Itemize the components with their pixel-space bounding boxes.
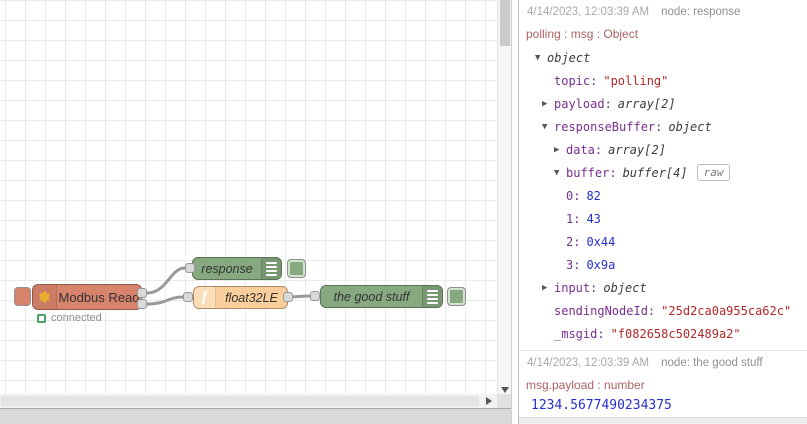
tree-row: ▶ data: array[2] <box>519 138 807 161</box>
tree-key: input: <box>554 280 598 295</box>
tree-key: sendingNodeId: <box>554 303 656 318</box>
caret-right-icon[interactable]: ▶ <box>542 283 554 293</box>
tree-key: responseBuffer: <box>554 119 663 134</box>
tree-key: payload: <box>554 96 612 111</box>
tree-row: 1: 43 <box>519 207 807 230</box>
tree-row: 0: 82 <box>519 184 807 207</box>
node-modbus-read[interactable]: ✽ Modbus Read <box>32 284 142 310</box>
timestamp: 4/14/2023, 12:03:39 AM <box>527 357 650 369</box>
debug-panel-footer-strip <box>519 417 807 424</box>
output-port[interactable] <box>137 299 147 309</box>
tree-row: ▼ responseBuffer: object <box>519 115 807 138</box>
tree-value: buffer[4] <box>622 165 688 180</box>
wire[interactable] <box>145 295 185 306</box>
tree-key: 1: <box>566 211 581 226</box>
wire[interactable] <box>145 266 187 295</box>
input-port[interactable] <box>185 263 195 273</box>
flow-canvas[interactable]: ✽ Modbus Read connected response f float… <box>0 0 497 394</box>
wire-layer <box>145 266 312 306</box>
node-debug-response[interactable]: response <box>192 257 282 280</box>
tree-row: _msgid: "f082658c502489a2" <box>519 322 807 345</box>
tree-row: ▼ buffer: buffer[4] raw <box>519 161 807 184</box>
output-port[interactable] <box>137 288 147 298</box>
debug-payload-number: 1234.5677490234375 <box>531 398 672 413</box>
status-connected-icon <box>37 313 46 323</box>
node-label: response <box>201 261 253 276</box>
tree-value: "polling" <box>603 73 669 88</box>
tree-value: "f082658c502489a2" <box>610 326 741 341</box>
tree-row: ▶ input: object <box>519 276 807 299</box>
tree-key: 3: <box>566 257 581 272</box>
node-label: Modbus Read <box>58 289 140 305</box>
tree-value: object <box>547 50 591 65</box>
debug-sidebar: 4/14/2023, 12:03:39 AM node: response pol… <box>519 0 807 424</box>
raw-toggle-button[interactable]: raw <box>696 164 731 181</box>
tree-row: 2: 0x44 <box>519 230 807 253</box>
scroll-down-arrow-icon[interactable] <box>501 387 509 393</box>
scrollbar-thumb[interactable] <box>500 0 510 46</box>
scrollbar-corner <box>497 394 511 408</box>
tree-key: topic: <box>554 73 598 88</box>
tree-row: ▶ payload: array[2] <box>519 92 807 115</box>
debug-enable-toggle[interactable] <box>447 287 466 306</box>
node-red-window: ✽ Modbus Read connected response f float… <box>0 0 807 424</box>
tree-value: object <box>668 119 712 134</box>
timestamp: 4/14/2023, 12:03:39 AM <box>527 6 650 18</box>
window-bottom-edge <box>0 408 519 424</box>
caret-down-icon[interactable]: ▼ <box>542 122 554 132</box>
tree-row: 3: 0x9a <box>519 253 807 276</box>
source-node-label: node: response <box>661 6 741 18</box>
caret-right-icon[interactable]: ▶ <box>542 99 554 109</box>
modbus-gear-icon: ✽ <box>33 285 57 309</box>
caret-right-icon[interactable]: ▶ <box>554 145 566 155</box>
tree-row: topic: "polling" <box>519 69 807 92</box>
tree-key: _msgid: <box>554 326 605 341</box>
modbus-trigger-button[interactable] <box>14 287 31 306</box>
tree-value: 0x44 <box>586 234 616 249</box>
tree-value: array[2] <box>608 142 666 157</box>
tree-value: 43 <box>586 211 601 226</box>
tree-row: ▼ object <box>519 46 807 69</box>
debug-enable-toggle[interactable] <box>287 259 306 278</box>
debug-message-header: 4/14/2023, 12:03:39 AM node: response <box>519 6 807 22</box>
scrollbar-thumb[interactable] <box>1 396 479 406</box>
caret-down-icon[interactable]: ▼ <box>535 53 547 63</box>
debug-message-meta: msg.payload : number <box>526 378 645 392</box>
debug-sidebar-icon <box>422 286 442 307</box>
node-status: connected <box>37 312 102 324</box>
tree-value: array[2] <box>617 96 676 111</box>
tree-value: "25d2ca0a955ca62c" <box>661 303 792 318</box>
debug-message: 4/14/2023, 12:03:39 AM node: the good stu… <box>519 350 807 418</box>
tree-value: 82 <box>586 188 601 203</box>
node-debug-good-stuff[interactable]: the good stuff <box>320 285 443 308</box>
debug-object-tree: ▼ object topic: "polling" ▶ payload: array[2… <box>519 46 807 345</box>
tree-key: 2: <box>566 234 581 249</box>
debug-message: 4/14/2023, 12:03:39 AM node: response pol… <box>519 0 807 350</box>
tree-key: 0: <box>566 188 581 203</box>
canvas-vertical-scrollbar[interactable] <box>497 0 511 394</box>
source-node-label: node: the good stuff <box>661 357 763 369</box>
canvas-horizontal-scrollbar[interactable] <box>0 394 497 408</box>
tree-row: sendingNodeId: "25d2ca0a955ca62c" <box>519 299 807 322</box>
input-port[interactable] <box>183 292 193 302</box>
node-label: the good stuff <box>333 289 410 304</box>
debug-message-header: 4/14/2023, 12:03:39 AM node: the good stu… <box>519 357 807 373</box>
debug-message-meta: polling : msg : Object <box>526 27 639 41</box>
node-label: float32LE <box>225 290 278 305</box>
tree-key: data: <box>566 142 603 157</box>
node-function-float32le[interactable]: f float32LE <box>193 286 288 309</box>
tree-value: object <box>603 280 647 295</box>
input-port[interactable] <box>310 291 320 301</box>
tree-value: 0x9a <box>586 257 616 272</box>
tree-key: buffer: <box>566 165 617 180</box>
output-port[interactable] <box>283 292 293 302</box>
status-text: connected <box>51 312 102 324</box>
scroll-right-arrow-icon[interactable] <box>486 397 492 405</box>
debug-sidebar-icon <box>261 258 281 279</box>
panel-splitter[interactable] <box>511 0 519 424</box>
caret-down-icon[interactable]: ▼ <box>554 168 566 178</box>
function-icon: f <box>194 287 216 308</box>
